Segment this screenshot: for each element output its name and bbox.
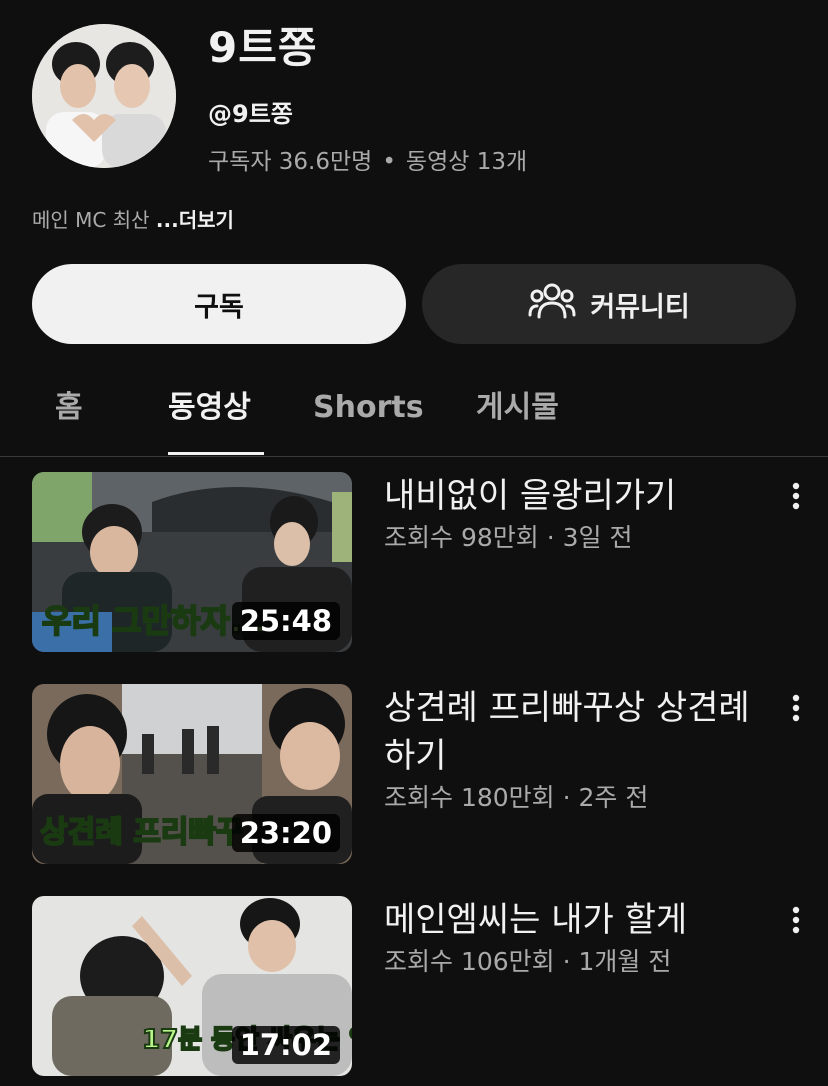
channel-handle: @9트쫑 (208, 100, 293, 128)
video-duration: 23:20 (231, 814, 340, 852)
tab-posts[interactable]: 게시물 (476, 380, 559, 456)
subscribe-label: 구독 (194, 291, 244, 323)
subscriber-count: 구독자 36.6만명 (208, 149, 373, 175)
video-thumbnail[interactable]: 상견례 프리빠꾸 23:20 (32, 684, 352, 864)
channel-description[interactable]: 메인 MC 최산 ...더보기 (32, 204, 234, 233)
video-item[interactable]: 17분 동안 싸우는 영상 17:02 메인엠씨는 내가 할게 조회수 106만… (0, 896, 828, 1076)
thumbnail-caption: 상견례 프리빠꾸 (40, 815, 244, 850)
tab-videos[interactable]: 동영상 (168, 380, 251, 456)
video-meta: 조회수 106만회 · 1개월 전 (384, 947, 672, 976)
stats-separator: • (382, 149, 396, 175)
active-tab-indicator (168, 452, 264, 455)
video-title[interactable]: 상견례 프리빠꾸상 상견례 하기 (384, 684, 754, 780)
video-thumbnail[interactable]: 우리 그만하자... 25:48 (32, 472, 352, 652)
video-meta: 조회수 180만회 · 2주 전 (384, 783, 649, 812)
more-link[interactable]: ...더보기 (156, 208, 234, 232)
channel-stats: 구독자 36.6만명 • 동영상 13개 (208, 142, 527, 176)
community-label: 커뮤니티 (590, 291, 690, 323)
video-title[interactable]: 내비없이 을왕리가기 (384, 472, 754, 520)
channel-name: 9트쫑 (208, 23, 318, 72)
video-item[interactable]: 상견례 프리빠꾸 23:20 상견례 프리빠꾸상 상견례 하기 조회수 180만… (0, 684, 828, 864)
channel-avatar[interactable] (32, 24, 176, 168)
more-vertical-icon (792, 694, 800, 722)
more-vertical-icon (792, 482, 800, 510)
channel-tabs: 홈 동영상 Shorts 게시물 (0, 380, 828, 457)
video-count: 동영상 13개 (405, 149, 528, 175)
video-title[interactable]: 메인엠씨는 내가 할게 (384, 896, 754, 944)
tab-home[interactable]: 홈 (55, 380, 83, 456)
video-meta: 조회수 98만회 · 3일 전 (384, 523, 633, 552)
more-options-button[interactable] (782, 476, 810, 516)
people-icon (528, 281, 576, 328)
description-text: 메인 MC 최산 (32, 208, 156, 232)
tab-shorts[interactable]: Shorts (313, 380, 424, 456)
more-options-button[interactable] (782, 688, 810, 728)
more-vertical-icon (792, 906, 800, 934)
video-thumbnail[interactable]: 17분 동안 싸우는 영상 17:02 (32, 896, 352, 1076)
community-button[interactable]: 커뮤니티 (422, 264, 796, 344)
video-duration: 17:02 (231, 1026, 340, 1064)
more-options-button[interactable] (782, 900, 810, 940)
video-item[interactable]: 우리 그만하자... 25:48 내비없이 을왕리가기 조회수 98만회 · 3… (0, 472, 828, 652)
subscribe-button[interactable]: 구독 (32, 264, 406, 344)
video-duration: 25:48 (231, 602, 340, 640)
